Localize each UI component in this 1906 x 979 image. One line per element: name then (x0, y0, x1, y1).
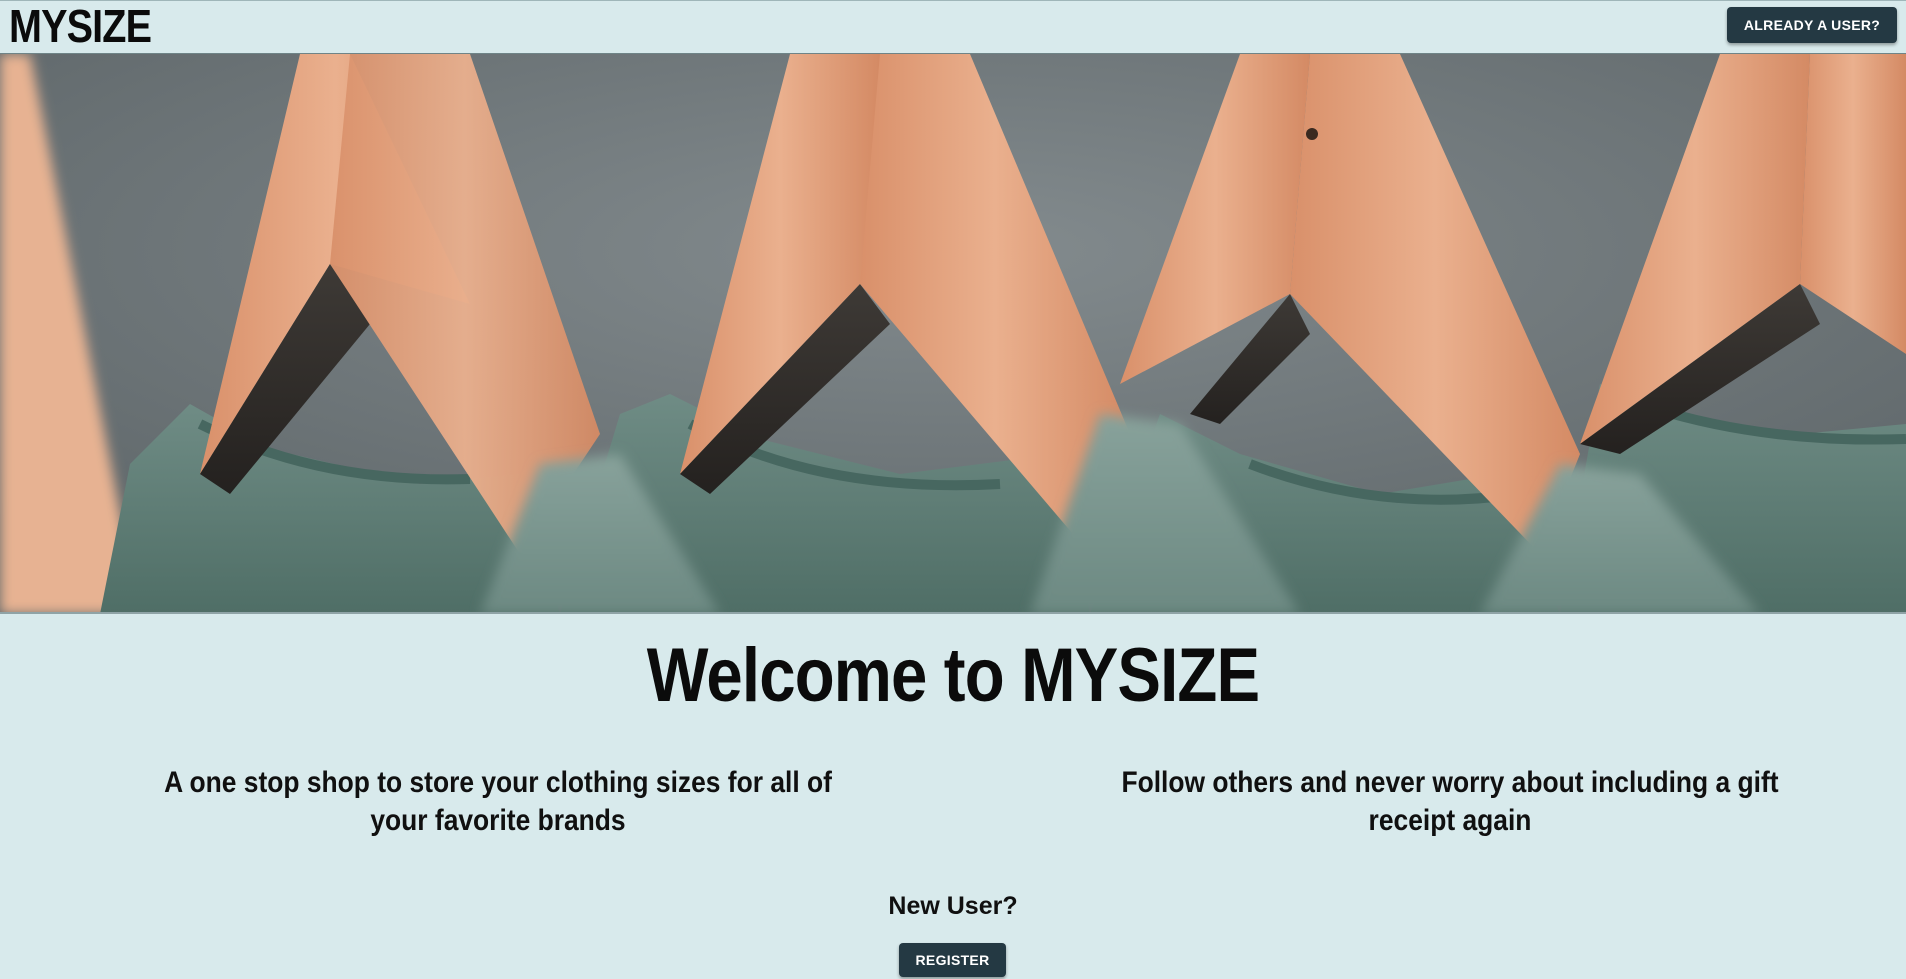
page-title: Welcome to MYSIZE (646, 633, 1260, 718)
hero-image (0, 54, 1906, 612)
feature-text-sizes: A one stop shop to store your clothing s… (164, 766, 832, 837)
feature-text-follow: Follow others and never worry about incl… (1121, 766, 1779, 837)
already-a-user-button[interactable]: ALREADY A USER? (1727, 7, 1897, 43)
register-button[interactable]: REGISTER (899, 943, 1006, 977)
brand-logo[interactable]: MYSIZE (9, 1, 152, 51)
hero-banner (0, 54, 1906, 614)
new-user-label: New User? (888, 892, 1018, 920)
navbar: MYSIZE ALREADY A USER? (0, 0, 1906, 54)
